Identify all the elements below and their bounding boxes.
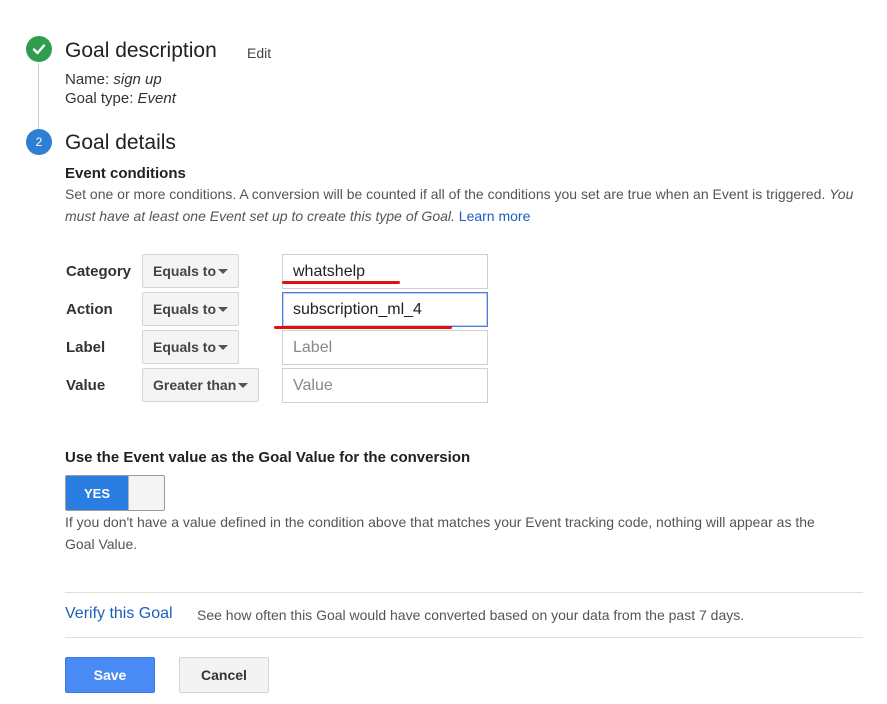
category-operator-dropdown[interactable]: Equals to xyxy=(142,254,239,288)
goal-value-heading: Use the Event value as the Goal Value fo… xyxy=(65,449,471,466)
action-operator-dropdown[interactable]: Equals to xyxy=(142,292,239,326)
label-value-input[interactable]: Label xyxy=(282,330,488,365)
event-conditions-text: Set one or more conditions. A conversion… xyxy=(65,186,826,202)
step-title-goal-details: Goal details xyxy=(65,131,176,154)
condition-label-category: Category xyxy=(66,263,132,280)
cancel-button[interactable]: Cancel xyxy=(179,657,269,693)
condition-label-label: Label xyxy=(66,339,106,356)
goal-name-line: Name: sign up xyxy=(65,71,162,88)
chevron-down-icon xyxy=(218,307,228,312)
value-operator-dropdown[interactable]: Greater than xyxy=(142,368,259,402)
goal-value-help-text: If you don't have a value defined in the… xyxy=(65,514,815,552)
toggle-knob[interactable] xyxy=(128,476,164,510)
goal-type-line: Goal type: Event xyxy=(65,90,176,107)
verify-goal-description: See how often this Goal would have conve… xyxy=(197,607,745,623)
value-operator-value: Greater than xyxy=(153,377,237,393)
step-title-goal-description: Goal description xyxy=(65,39,217,62)
condition-label-value: Value xyxy=(66,377,106,394)
step-complete-check-icon xyxy=(26,36,52,62)
goal-type-value: Event xyxy=(137,90,176,107)
goal-name-label: Name: xyxy=(65,71,110,88)
edit-goal-description-link[interactable]: Edit xyxy=(247,45,271,61)
goal-name-value: sign up xyxy=(113,71,162,88)
event-conditions-heading: Event conditions xyxy=(65,165,186,182)
label-operator-value: Equals to xyxy=(153,339,217,355)
chevron-down-icon xyxy=(218,269,228,274)
action-operator-value: Equals to xyxy=(153,301,217,317)
event-conditions-description: Set one or more conditions. A conversion… xyxy=(65,183,855,227)
value-value-input[interactable]: Value xyxy=(282,368,488,403)
step-connector-line xyxy=(38,63,39,129)
category-operator-value: Equals to xyxy=(153,263,217,279)
divider xyxy=(65,637,863,638)
save-button[interactable]: Save xyxy=(65,657,155,693)
chevron-down-icon xyxy=(238,383,248,388)
action-value-input[interactable]: subscription_ml_4 xyxy=(282,292,488,327)
chevron-down-icon xyxy=(218,345,228,350)
divider xyxy=(65,592,863,593)
verify-goal-link[interactable]: Verify this Goal xyxy=(65,605,173,623)
condition-label-action: Action xyxy=(66,301,113,318)
red-annotation-underline xyxy=(274,326,452,329)
red-annotation-underline xyxy=(282,281,400,284)
goal-value-toggle[interactable]: YES xyxy=(65,475,165,511)
toggle-yes-label: YES xyxy=(66,476,128,510)
step-number-badge: 2 xyxy=(26,129,52,155)
goal-type-label: Goal type: xyxy=(65,90,134,107)
label-operator-dropdown[interactable]: Equals to xyxy=(142,330,239,364)
learn-more-link[interactable]: Learn more xyxy=(459,208,531,224)
